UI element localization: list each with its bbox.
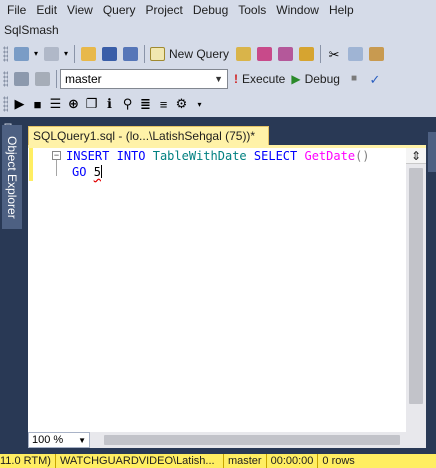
- chevron-down-icon: ▼: [214, 74, 223, 84]
- status-row-count: 0 rows: [322, 455, 355, 467]
- menu-file[interactable]: File: [2, 0, 31, 20]
- analysis-query-icon[interactable]: [254, 44, 274, 64]
- exclamation-icon: !: [234, 72, 238, 86]
- separator: [74, 45, 75, 63]
- code-line-2[interactable]: GO 5: [72, 164, 102, 180]
- menu-help[interactable]: Help: [324, 0, 359, 20]
- go-count: 5: [93, 165, 101, 179]
- cut-icon[interactable]: ✂: [324, 44, 344, 64]
- toolbar-grip[interactable]: [3, 46, 8, 62]
- object-explorer-label: Object Explorer: [5, 135, 19, 219]
- query-status-bar: 11.0 RTM) WATCHGUARDVIDEO\Latish... mast…: [0, 454, 436, 468]
- save-icon[interactable]: [99, 44, 119, 64]
- new-query-button[interactable]: New Query: [148, 44, 233, 64]
- split-icon[interactable]: ⇕: [406, 148, 426, 164]
- database-select[interactable]: master ▼: [60, 69, 228, 89]
- add-item-icon[interactable]: [41, 44, 61, 64]
- save-all-icon[interactable]: [120, 44, 140, 64]
- list-icon[interactable]: ☰: [47, 94, 64, 114]
- code-line-1[interactable]: INSERT INTO TableWithDate SELECT GetDate…: [66, 148, 370, 164]
- zoom-value: 100 %: [32, 434, 64, 446]
- copy-window-icon[interactable]: ❐: [83, 94, 100, 114]
- dropdown-icon[interactable]: ▾: [191, 94, 208, 114]
- separator: [320, 45, 322, 63]
- menu-view[interactable]: View: [62, 0, 98, 20]
- document-tab[interactable]: SQLQuery1.sql - (lo...\LatishSehgal (75)…: [28, 126, 269, 146]
- toolbar-grip[interactable]: [3, 96, 8, 112]
- new-query-label: New Query: [169, 47, 230, 61]
- sqlsmash-menu[interactable]: SqlSmash: [0, 20, 436, 41]
- menu-debug[interactable]: Debug: [188, 0, 233, 20]
- parse-checkmark-icon[interactable]: ✓: [365, 69, 385, 89]
- menu-query[interactable]: Query: [98, 0, 141, 20]
- chevron-down-icon: ▼: [78, 435, 86, 445]
- play-icon: ▶: [291, 72, 301, 86]
- status-server-version: 11.0 RTM): [0, 454, 56, 468]
- dropdown-icon[interactable]: ▾: [62, 44, 70, 64]
- target-icon[interactable]: ⊕: [65, 94, 82, 114]
- table-name: TableWithDate: [152, 149, 247, 163]
- menu-edit[interactable]: Edit: [31, 0, 62, 20]
- function-name: GetDate: [304, 149, 356, 163]
- format-alt-icon[interactable]: ≡: [155, 94, 172, 114]
- debug-button[interactable]: ▶ Debug: [289, 69, 344, 89]
- changed-lines-marker: [29, 148, 33, 181]
- document-tab-label: SQLQuery1.sql - (lo...\LatishSehgal (75)…: [33, 129, 256, 143]
- separator: [56, 70, 57, 88]
- text-caret: [100, 165, 102, 178]
- query-editor[interactable]: [28, 148, 406, 432]
- database-select-value: master: [65, 72, 102, 86]
- search-icon[interactable]: ⚲: [119, 94, 136, 114]
- connect-icon[interactable]: [11, 69, 31, 89]
- settings-icon[interactable]: ⚙: [173, 94, 190, 114]
- collapse-icon[interactable]: −: [52, 151, 61, 160]
- zoom-select[interactable]: 100 % ▼: [28, 432, 90, 448]
- status-database: master: [224, 454, 267, 468]
- object-explorer-tab[interactable]: Object Explorer: [2, 125, 22, 229]
- status-elapsed-time: 00:00:00: [267, 454, 319, 468]
- xmla-query-icon[interactable]: [296, 44, 316, 64]
- new-project-icon[interactable]: [11, 44, 31, 64]
- execute-label: Execute: [242, 72, 286, 86]
- scroll-corner: [406, 432, 426, 448]
- outline-line: [56, 160, 57, 176]
- toolbar-grip[interactable]: [3, 71, 8, 87]
- debug-label: Debug: [304, 72, 340, 86]
- keyword-insert: INSERT: [66, 149, 110, 163]
- function-parens: (): [355, 149, 370, 163]
- properties-tab[interactable]: [428, 132, 436, 172]
- dropdown-icon[interactable]: ▾: [32, 44, 40, 64]
- stop-icon[interactable]: ■: [344, 69, 364, 89]
- keyword-into: INTO: [116, 149, 146, 163]
- paste-icon[interactable]: [366, 44, 386, 64]
- info-icon[interactable]: ℹ: [101, 94, 118, 114]
- horizontal-scroll-thumb[interactable]: [104, 435, 400, 445]
- keyword-go: GO: [72, 165, 87, 179]
- menu-project[interactable]: Project: [141, 0, 188, 20]
- vertical-scroll-thumb[interactable]: [409, 168, 423, 404]
- format-icon[interactable]: ≣: [137, 94, 154, 114]
- menu-window[interactable]: Window: [271, 0, 324, 20]
- play-icon[interactable]: ▶: [11, 94, 28, 114]
- standard-toolbar: ▾ ▾ New Query ✂: [0, 42, 436, 66]
- status-connection: WATCHGUARDVIDEO\Latish...: [56, 454, 224, 468]
- open-folder-icon[interactable]: [78, 44, 98, 64]
- disconnect-icon[interactable]: [32, 69, 52, 89]
- separator: [144, 45, 145, 63]
- database-engine-query-icon[interactable]: [233, 44, 253, 64]
- copy-icon[interactable]: [345, 44, 365, 64]
- new-query-icon: [150, 47, 165, 61]
- keyword-select: SELECT: [253, 149, 298, 163]
- execute-button[interactable]: ! Execute: [232, 69, 289, 89]
- menu-tools[interactable]: Tools: [233, 0, 271, 20]
- sqlsmash-toolbar: ▶ ■ ☰ ⊕ ❐ ℹ ⚲ ≣ ≡ ⚙ ▾: [0, 92, 436, 116]
- mdx-query-icon[interactable]: [275, 44, 295, 64]
- sql-editor-toolbar: master ▼ ! Execute ▶ Debug ■ ✓: [0, 67, 436, 91]
- menu-bar: File Edit View Query Project Debug Tools…: [0, 0, 436, 20]
- stop-icon[interactable]: ■: [29, 94, 46, 114]
